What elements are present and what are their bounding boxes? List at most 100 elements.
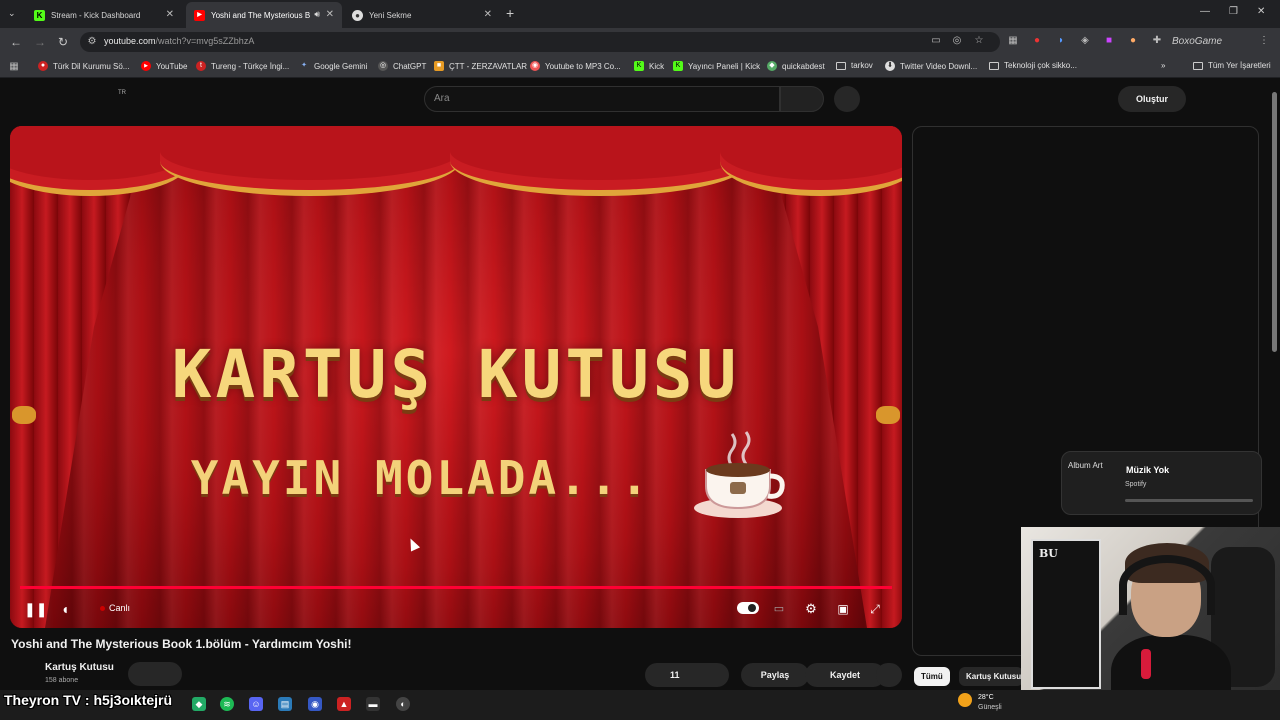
extension-orange-icon[interactable]: ● [1127,35,1139,47]
terminal-icon[interactable]: ▬ [366,697,380,711]
bookmark-kick[interactable]: K Kick [634,61,664,71]
discord-icon[interactable]: ☺ [249,697,263,711]
video-title: Yoshi and The Mysterious Book 1.bölüm - … [11,637,352,651]
obs-icon[interactable]: ◐ [396,697,410,711]
bookmark-chatgpt[interactable]: ◎ ChatGPT [378,61,426,71]
apps-grid-icon[interactable]: ▦ [8,61,20,73]
save-button[interactable]: Kaydet [805,663,885,687]
bookmark-label: Twitter Video Downl... [900,61,978,71]
chip-all[interactable]: Tümü [914,667,950,686]
more-actions-button[interactable] [876,663,902,687]
like-button[interactable]: 11 [645,663,729,687]
chip-channel[interactable]: Kartuş Kutusu [959,667,1023,686]
extension-translate-icon[interactable]: ◗ [1055,35,1067,47]
extension-grid-icon[interactable]: ▦ [1007,35,1019,47]
bookmark-star-icon[interactable]: ☆ [973,35,985,47]
tab-title: Stream - Kick Dashboard [51,10,141,20]
back-icon[interactable]: ← [10,35,22,49]
voice-search-button[interactable] [834,86,860,112]
folder-icon [836,61,846,70]
bookmark-label: Tureng - Türkçe İngi... [211,61,290,71]
eye-off-icon[interactable]: ◎ [951,35,963,47]
file-explorer-icon[interactable]: ▤ [278,697,292,711]
bookmark-twitter-dl[interactable]: ⬇ Twitter Video Downl... [885,61,977,71]
bookmark-youtube[interactable]: ▶ YouTube [141,61,187,71]
search-input[interactable]: Ara [434,93,450,104]
bookmark-label: Türk Dil Kurumu Sö... [53,61,130,71]
close-icon[interactable]: ✕ [484,9,492,20]
menu-dots-icon[interactable]: ⋮ [1258,35,1270,47]
bookmark-gemini[interactable]: ✦ Google Gemini [299,61,367,71]
new-tab-button[interactable]: + [506,5,514,21]
converter-icon: ◉ [530,61,540,71]
tdk-icon: ● [38,61,48,71]
extensions-puzzle-icon[interactable]: ✚ [1151,35,1163,47]
volume-icon[interactable]: ◖ [56,600,74,618]
tab-youtube-video[interactable]: ▶ Yoshi and The Mysterious B 🔊︎ ✕ [186,2,342,28]
taskbar-app-icon[interactable]: ◆ [192,697,206,711]
autoplay-toggle[interactable] [737,602,759,614]
bookmark-teknoloji[interactable]: Teknoloji çok sikko... [989,61,1077,70]
speaker-icon[interactable]: 🔊︎ [314,9,320,20]
tab-new-tab[interactable]: ● Yeni Sekme ✕ [344,2,500,28]
music-title: Müzik Yok [1126,465,1170,475]
theater-mode-icon[interactable]: ▣ [834,600,852,618]
curtain-valance [160,126,460,196]
page-scrollbar[interactable] [1272,92,1277,352]
search-button[interactable] [780,86,824,112]
bookmark-quickabdest[interactable]: ◆ quickabdest [767,61,825,71]
bookmarks-overflow-icon[interactable]: » [1161,61,1165,70]
bookmark-kick-panel[interactable]: K Yayıncı Paneli | Kick [673,61,760,71]
fullscreen-icon[interactable]: ⤢ [866,600,884,618]
video-player[interactable]: KARTUŞ KUTUSU YAYIN MOLADA... ❚❚ ◖ Canlı… [10,126,902,628]
wall-poster [1031,539,1101,689]
extension-controller-icon[interactable]: ◈ [1079,35,1091,47]
live-label: Canlı [109,603,131,613]
progress-bar[interactable] [20,586,892,589]
bookmark-ytmp3[interactable]: ◉ Youtube to MP3 Co... [530,61,621,71]
cast-icon[interactable]: ▭ [930,35,942,47]
bookmark-label: Youtube to MP3 Co... [545,61,621,71]
minimize-icon[interactable]: — [1200,6,1210,17]
settings-gear-icon[interactable]: ⚙ [802,600,820,618]
tab-kick-dashboard[interactable]: K Stream - Kick Dashboard ✕ [26,2,182,28]
tab-search-icon[interactable]: ⌄ [8,8,16,19]
channel-name[interactable]: Kartuş Kutusu [45,662,114,673]
poster-text: BU [1039,547,1058,560]
subscribe-button[interactable] [128,662,182,686]
forward-icon[interactable]: → [34,35,46,49]
pause-icon[interactable]: ❚❚ [24,600,47,618]
url-text[interactable]: youtube.com/watch?v=mvg5sZZbhzA [104,36,254,46]
reload-icon[interactable]: ↻ [58,35,68,49]
all-bookmarks[interactable]: Tüm Yer İşaretleri [1193,61,1271,70]
close-icon[interactable]: ✕ [326,9,334,20]
spotify-icon[interactable]: ≋ [220,697,234,711]
site-info-icon[interactable]: ⚙ [86,36,98,48]
download-icon: ⬇ [885,61,895,71]
acrobat-icon[interactable]: ▲ [337,697,351,711]
subtitles-icon[interactable]: ▭ [770,600,788,618]
extension-twitch-icon[interactable]: ■ [1103,35,1115,47]
folder-icon [1193,61,1203,70]
live-indicator[interactable]: Canlı [100,603,130,613]
close-icon[interactable]: ✕ [166,9,174,20]
bookmark-label: Yayıncı Paneli | Kick [688,61,761,71]
bookmark-label: ÇTT - ZERZAVATLAR [449,61,528,71]
restore-icon[interactable]: ❐ [1229,6,1238,17]
youtube-icon: ▶ [141,61,151,71]
create-button[interactable]: Oluştur [1118,86,1186,112]
window-close-icon[interactable]: ✕ [1257,6,1265,17]
bookmark-label: Kick [649,61,665,71]
bookmark-tdk[interactable]: ● Türk Dil Kurumu Sö... [38,61,129,71]
subscriber-count: 158 abone [45,677,79,684]
weather-widget[interactable] [958,693,978,707]
bookmark-tarkov[interactable]: tarkov [836,61,873,70]
bookmark-label: Google Gemini [314,61,368,71]
tab-title: Yoshi and The Mysterious B [211,10,311,20]
bookmark-tureng[interactable]: t Tureng - Türkçe İngi... [196,61,289,71]
share-button[interactable]: Paylaş [741,663,809,687]
search-box[interactable] [424,86,780,112]
steam-icon[interactable]: ◉ [308,697,322,711]
bookmark-ctt[interactable]: ■ ÇTT - ZERZAVATLAR [434,61,527,71]
extension-red-icon[interactable]: ● [1031,35,1043,47]
